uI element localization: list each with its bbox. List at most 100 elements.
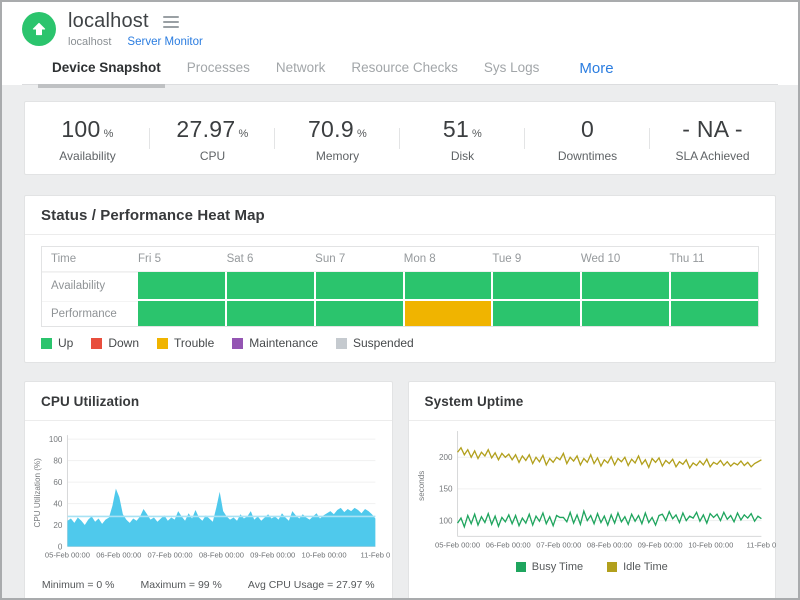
heatmap-cell-performance-mon-8[interactable]: [405, 301, 492, 326]
stat-downtimes-label: Downtimes: [525, 149, 650, 163]
cpu-stat-maximum: Maximum = 99 %: [140, 579, 221, 591]
svg-text:40: 40: [53, 499, 63, 508]
tab-processes[interactable]: Processes: [187, 60, 250, 75]
svg-text:60: 60: [53, 478, 63, 487]
cpu-stats-line: Minimum = 0 % Maximum = 99 % Avg CPU Usa…: [25, 575, 392, 598]
heatmap-col-time: Time: [42, 253, 138, 265]
down-status-swatch-icon: [91, 338, 102, 349]
stat-availability-value: 100: [61, 116, 100, 142]
svg-text:07-Feb 00:00: 07-Feb 00:00: [148, 551, 193, 560]
cpu-utilization-chart: 02040608010005-Feb 00:0006-Feb 00:0007-F…: [31, 427, 386, 575]
svg-text:06-Feb 00:00: 06-Feb 00:00: [485, 541, 530, 550]
stat-cpu-value: 27.97: [176, 116, 235, 142]
heatmap-cell-availability-tue-9[interactable]: [493, 272, 580, 299]
svg-text:05-Feb 00:00: 05-Feb 00:00: [434, 541, 479, 550]
uptime-legend: Busy Time Idle Time: [409, 553, 776, 585]
heatmap-row-label-performance: Performance: [42, 301, 138, 326]
svg-text:08-Feb 00:00: 08-Feb 00:00: [199, 551, 244, 560]
breadcrumb-device: localhost: [68, 36, 111, 48]
heatmap-row-performance: Performance: [42, 299, 758, 326]
cpu-chart-title: CPU Utilization: [41, 394, 139, 409]
heatmap-cell-performance-sun-7[interactable]: [316, 301, 403, 326]
heatmap-col-tue9: Tue 9: [492, 253, 581, 265]
stat-sla-value: - NA -: [682, 116, 743, 142]
device-status-up-icon: [22, 12, 56, 46]
heatmap-cell-availability-mon-8[interactable]: [405, 272, 492, 299]
heatmap-cell-performance-fri-5[interactable]: [138, 301, 225, 326]
svg-text:10-Feb 00:00: 10-Feb 00:00: [688, 541, 733, 550]
page-header: localhost localhost Server Monitor Devic…: [2, 2, 798, 85]
legend-item-busy-time: Busy Time: [516, 561, 583, 573]
stat-availability-unit: %: [104, 128, 114, 140]
app-window: localhost localhost Server Monitor Devic…: [0, 0, 800, 600]
svg-text:06-Feb 00:00: 06-Feb 00:00: [96, 551, 141, 560]
svg-text:100: 100: [49, 435, 63, 444]
heatmap-cell-performance-sat-6[interactable]: [227, 301, 314, 326]
svg-text:09-Feb 00:00: 09-Feb 00:00: [250, 551, 295, 560]
stat-availability-label: Availability: [25, 149, 150, 163]
stat-cpu-label: CPU: [150, 149, 275, 163]
svg-text:80: 80: [53, 456, 63, 465]
heatmap-cell-performance-tue-9[interactable]: [493, 301, 580, 326]
heatmap-title: Status / Performance Heat Map: [41, 207, 265, 224]
stat-sla-label: SLA Achieved: [650, 149, 775, 163]
heatmap-cell-performance-thu-11[interactable]: [671, 301, 758, 326]
stat-memory: 70.9% Memory: [275, 114, 400, 163]
cpu-stat-minimum: Minimum = 0 %: [42, 579, 115, 591]
svg-text:seconds: seconds: [417, 471, 426, 501]
heatmap-cell-availability-thu-11[interactable]: [671, 272, 758, 299]
heatmap-table: Time Fri 5 Sat 6 Sun 7 Mon 8 Tue 9 Wed 1…: [41, 246, 759, 327]
tab-sys-logs[interactable]: Sys Logs: [484, 60, 540, 75]
heatmap-cell-availability-fri-5[interactable]: [138, 272, 225, 299]
svg-text:05-Feb 00:00: 05-Feb 00:00: [45, 551, 90, 560]
stat-memory-unit: %: [357, 128, 367, 140]
legend-item-down: Down: [91, 336, 139, 350]
up-status-swatch-icon: [41, 338, 52, 349]
idle-time-swatch-icon: [607, 562, 617, 572]
svg-text:200: 200: [438, 453, 452, 462]
page-title: localhost: [68, 10, 149, 33]
stat-disk: 51% Disk: [400, 114, 525, 163]
stat-sla: - NA - SLA Achieved: [650, 114, 775, 163]
busy-time-swatch-icon: [516, 562, 526, 572]
svg-text:11-Feb 0: 11-Feb 0: [360, 551, 390, 560]
cpu-stat-average: Avg CPU Usage = 27.97 %: [248, 579, 375, 591]
stat-disk-value: 51: [443, 116, 469, 142]
heatmap-col-thu11: Thu 11: [669, 253, 758, 265]
legend-item-trouble: Trouble: [157, 336, 214, 350]
stat-downtimes-value: 0: [581, 116, 594, 142]
content-area: 100% Availability 27.97% CPU 70.9% Memor…: [2, 85, 798, 598]
heatmap-col-sat6: Sat 6: [227, 253, 316, 265]
trouble-status-swatch-icon: [157, 338, 168, 349]
heatmap-row-label-availability: Availability: [42, 272, 138, 299]
heatmap-col-mon8: Mon 8: [404, 253, 493, 265]
menu-hamburger-icon[interactable]: [161, 14, 181, 30]
breadcrumb-category-link[interactable]: Server Monitor: [127, 36, 202, 48]
stat-disk-unit: %: [472, 128, 482, 140]
svg-text:10-Feb 00:00: 10-Feb 00:00: [302, 551, 347, 560]
stat-memory-value: 70.9: [308, 116, 354, 142]
stat-disk-label: Disk: [400, 149, 525, 163]
heatmap-cell-availability-sun-7[interactable]: [316, 272, 403, 299]
heatmap-legend: Up Down Trouble Maintenance Suspended: [41, 336, 759, 350]
heatmap-col-wed10: Wed 10: [581, 253, 670, 265]
heatmap-cell-performance-wed-10[interactable]: [582, 301, 669, 326]
tab-device-snapshot[interactable]: Device Snapshot: [52, 60, 161, 75]
maintenance-status-swatch-icon: [232, 338, 243, 349]
legend-item-suspended: Suspended: [336, 336, 414, 350]
tab-resource-checks[interactable]: Resource Checks: [351, 60, 458, 75]
legend-item-maintenance: Maintenance: [232, 336, 318, 350]
breadcrumb: localhost Server Monitor: [68, 36, 203, 48]
heatmap-col-sun7: Sun 7: [315, 253, 404, 265]
heatmap-cell-availability-sat-6[interactable]: [227, 272, 314, 299]
heatmap-col-fri5: Fri 5: [138, 253, 227, 265]
legend-item-idle-time: Idle Time: [607, 561, 668, 573]
stat-downtimes: 0 Downtimes: [525, 114, 650, 163]
heatmap-cell-availability-wed-10[interactable]: [582, 272, 669, 299]
uptime-chart-title: System Uptime: [425, 394, 524, 409]
tab-more[interactable]: More: [579, 60, 613, 77]
tab-network[interactable]: Network: [276, 60, 326, 75]
svg-text:09-Feb 00:00: 09-Feb 00:00: [637, 541, 682, 550]
stat-cpu: 27.97% CPU: [150, 114, 275, 163]
svg-text:CPU Utilization (%): CPU Utilization (%): [33, 458, 42, 528]
